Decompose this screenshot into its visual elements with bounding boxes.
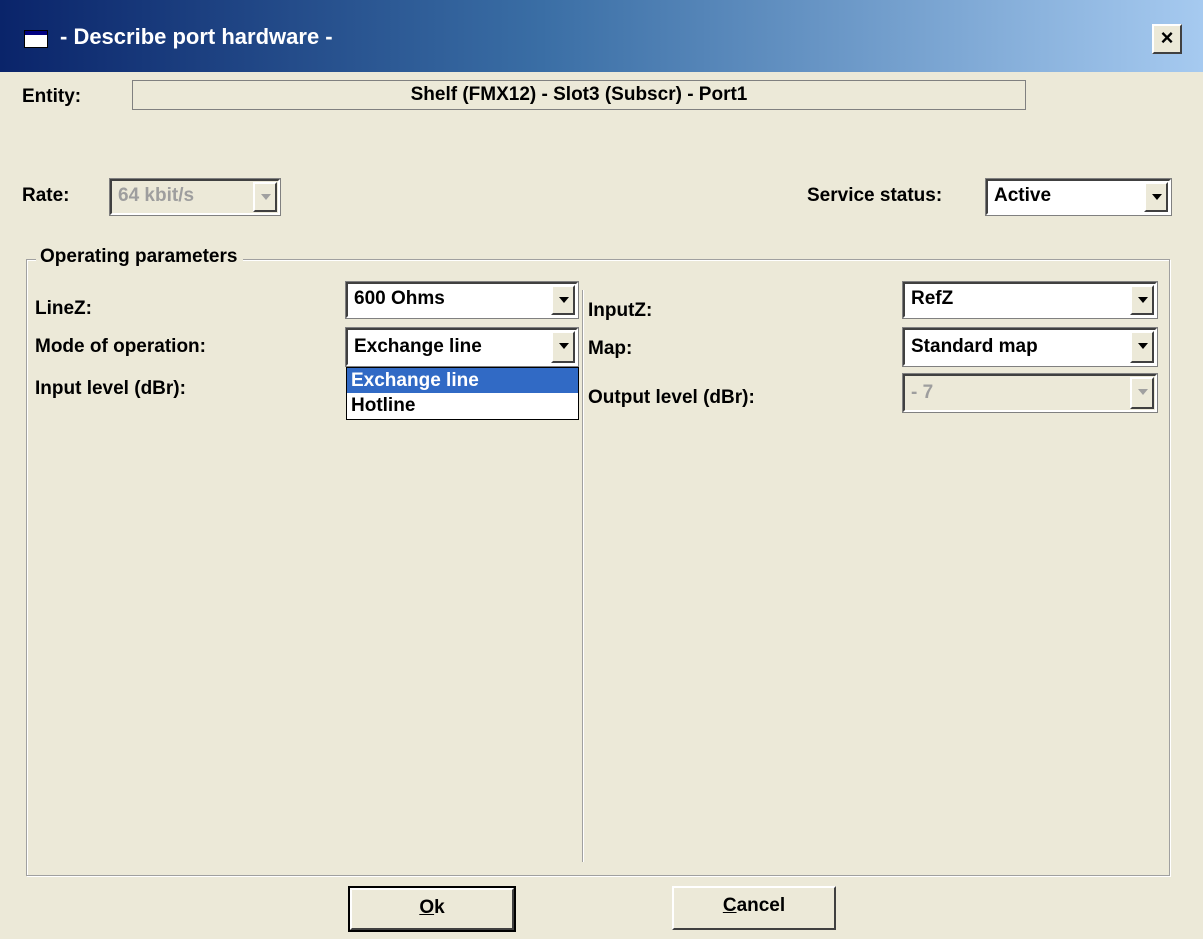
ok-label-rest: k (434, 897, 445, 918)
ok-button[interactable]: Ok (348, 886, 516, 932)
output-level-select: - 7 (902, 373, 1158, 413)
rate-label: Rate: (22, 185, 70, 206)
linez-label: LineZ: (35, 298, 92, 319)
inputz-value: RefZ (911, 288, 954, 309)
ok-mnemonic: O (419, 897, 435, 918)
entity-label: Entity: (22, 86, 82, 107)
chevron-down-icon[interactable] (1144, 182, 1168, 212)
inputz-label: InputZ: (588, 300, 653, 321)
map-select[interactable]: Standard map (902, 327, 1158, 367)
service-status-select[interactable]: Active (985, 178, 1172, 216)
window-title: - Describe port hardware - (60, 24, 333, 49)
cancel-button[interactable]: Cancel (672, 886, 836, 930)
chevron-down-icon (253, 182, 277, 212)
mode-select[interactable]: Exchange line (345, 327, 579, 367)
close-icon: × (1160, 25, 1174, 50)
mode-dropdown-list[interactable]: Exchange line Hotline (346, 367, 579, 420)
linez-select[interactable]: 600 Ohms (345, 281, 579, 319)
output-level-label: Output level (dBr): (588, 387, 755, 408)
rate-select: 64 kbit/s (109, 178, 281, 216)
chevron-down-icon[interactable] (1130, 331, 1154, 363)
chevron-down-icon[interactable] (551, 285, 575, 315)
cancel-label-rest: ancel (736, 895, 786, 916)
linez-value: 600 Ohms (354, 288, 445, 309)
map-label: Map: (588, 338, 633, 359)
service-status-value: Active (994, 185, 1052, 206)
entity-field: Shelf (FMX12) - Slot3 (Subscr) - Port1 (132, 80, 1026, 110)
chevron-down-icon[interactable] (551, 331, 575, 363)
cancel-mnemonic: C (722, 895, 737, 916)
title-bar[interactable]: - Describe port hardware - × (0, 0, 1203, 72)
window-icon (24, 30, 48, 48)
dropdown-option-exchange-line[interactable]: Exchange line (347, 368, 578, 393)
chevron-down-icon (1130, 377, 1154, 409)
group-divider (582, 290, 583, 862)
service-status-label: Service status: (807, 185, 943, 206)
chevron-down-icon[interactable] (1130, 285, 1154, 315)
output-level-value: - 7 (911, 382, 934, 403)
dropdown-option-hotline[interactable]: Hotline (347, 393, 578, 418)
map-value: Standard map (911, 336, 1038, 357)
mode-value: Exchange line (354, 336, 482, 357)
operating-parameters-title: Operating parameters (36, 246, 244, 268)
close-button[interactable]: × (1152, 24, 1182, 54)
mode-label: Mode of operation: (35, 336, 206, 357)
input-level-label: Input level (dBr): (35, 378, 186, 399)
inputz-select[interactable]: RefZ (902, 281, 1158, 319)
rate-value: 64 kbit/s (118, 185, 195, 206)
